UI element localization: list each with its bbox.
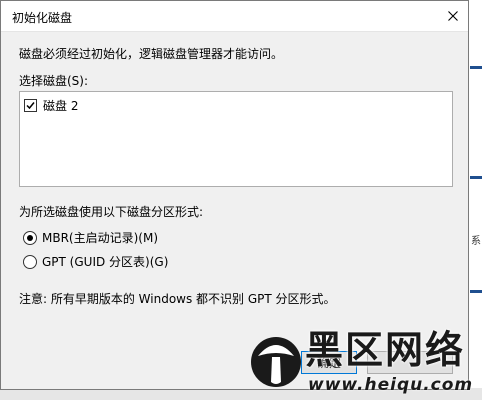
mbr-option[interactable]: MBR(主启动记录)(M) bbox=[23, 229, 158, 246]
radio-selected-dot bbox=[27, 234, 33, 241]
disk-list[interactable]: 磁盘 2 bbox=[19, 91, 453, 187]
dialog-description: 磁盘必须经过初始化，逻辑磁盘管理器才能访问。 bbox=[19, 47, 284, 61]
background-titlebar-fragment bbox=[470, 66, 482, 69]
dialog-title: 初始化磁盘 bbox=[12, 11, 73, 25]
mushroom-logo-icon bbox=[251, 337, 301, 387]
disk-label: 磁盘 2 bbox=[43, 99, 79, 113]
compatibility-note: 注意: 所有早期版本的 Windows 都不识别 GPT 分区形式。 bbox=[19, 292, 336, 306]
partition-style-label: 为所选磁盘使用以下磁盘分区形式: bbox=[19, 205, 204, 219]
close-button[interactable] bbox=[438, 1, 468, 31]
gpt-label: GPT (GUID 分区表)(G) bbox=[42, 255, 169, 269]
checkmark-icon bbox=[26, 102, 35, 110]
background-text-fragment: 系 bbox=[471, 236, 481, 247]
disk-checkbox[interactable] bbox=[24, 99, 37, 112]
watermark-url: www.heiqu.com bbox=[308, 375, 474, 395]
mbr-label: MBR(主启动记录)(M) bbox=[42, 231, 159, 245]
gpt-radio[interactable] bbox=[23, 254, 37, 269]
mbr-radio[interactable] bbox=[23, 230, 37, 245]
disk-list-item[interactable]: 磁盘 2 bbox=[24, 97, 78, 114]
watermark-brand: 黑区网络 bbox=[305, 328, 466, 372]
select-disk-label: 选择磁盘(S): bbox=[19, 74, 89, 88]
site-watermark: 黑区网络 www.heiqu.com bbox=[250, 326, 482, 398]
title-bar[interactable]: 初始化磁盘 bbox=[1, 1, 468, 32]
close-icon bbox=[448, 11, 458, 21]
gpt-option[interactable]: GPT (GUID 分区表)(G) bbox=[23, 253, 168, 270]
background-titlebar-fragment bbox=[470, 176, 482, 179]
background-titlebar-fragment bbox=[470, 290, 482, 293]
